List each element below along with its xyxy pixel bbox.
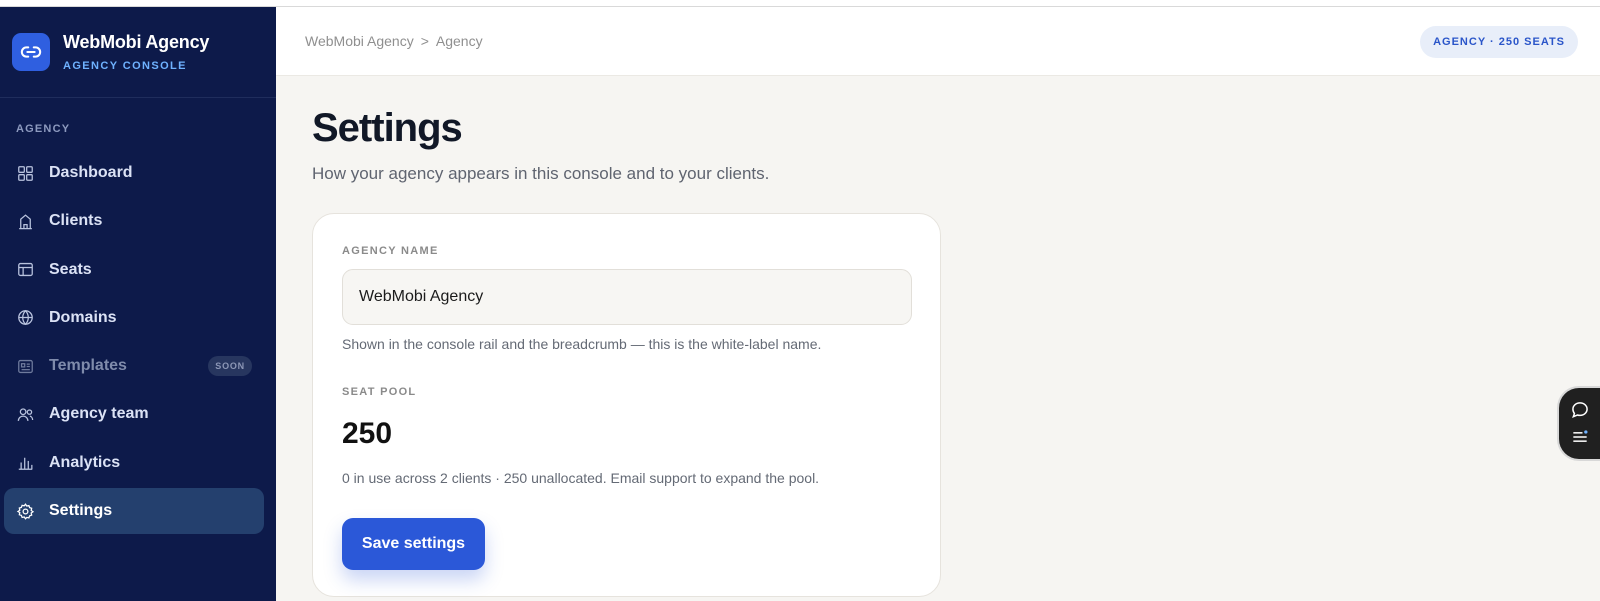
sidebar-item-templates[interactable]: Templates SOON	[4, 343, 264, 389]
sidebar-item-analytics[interactable]: Analytics	[4, 440, 264, 486]
users-icon	[17, 408, 34, 421]
settings-icon	[16, 502, 35, 520]
sidebar-item-agency-team[interactable]: Agency team	[4, 391, 264, 437]
bar-chart-icon	[18, 458, 33, 471]
page-title: Settings	[312, 106, 463, 150]
agency-name-label: AGENCY NAME	[342, 245, 439, 257]
template-icon	[18, 359, 33, 373]
sidebar-item-settings[interactable]: Settings	[4, 488, 264, 535]
page-subtitle: How your agency appears in this console …	[312, 164, 770, 183]
nav-section-label: AGENCY	[16, 123, 71, 135]
agency-name-input[interactable]	[342, 269, 912, 325]
sidebar-item-label: Dashboard	[49, 164, 133, 181]
link-icon	[12, 33, 50, 71]
seat-pool-help: 0 in use across 2 clients · 250 unalloca…	[342, 470, 820, 486]
floating-help-widget[interactable]	[1557, 386, 1600, 461]
settings-card: AGENCY NAME Shown in the console rail an…	[312, 213, 941, 597]
window-top-edge	[0, 0, 1600, 7]
menu-notification-icon[interactable]	[1570, 427, 1590, 447]
breadcrumb: WebMobi Agency > Agency	[305, 33, 483, 49]
sidebar-item-label: Clients	[49, 212, 103, 230]
sidebar-item-label: Domains	[49, 308, 117, 326]
top-header: WebMobi Agency > Agency AGENCY · 250 SEATS	[276, 7, 1600, 76]
brand-subtitle: AGENCY CONSOLE	[63, 60, 187, 72]
sidebar-item-seats[interactable]: Seats	[4, 247, 264, 293]
table-icon	[18, 263, 33, 277]
agency-name-help: Shown in the console rail and the breadc…	[342, 336, 822, 352]
sidebar-item-domains[interactable]: Domains	[4, 295, 264, 341]
chat-icon[interactable]	[1570, 400, 1590, 420]
seat-pool-value: 250	[342, 417, 393, 450]
grid-icon	[18, 165, 33, 181]
building-icon	[19, 214, 32, 230]
sidebar: WebMobi Agency AGENCY CONSOLE AGENCY Das…	[0, 7, 276, 601]
sidebar-item-dashboard[interactable]: Dashboard	[4, 150, 264, 196]
globe-icon	[18, 310, 33, 326]
seats-badge: AGENCY · 250 SEATS	[1420, 26, 1578, 58]
sidebar-item-label: Agency team	[49, 405, 149, 423]
sidebar-item-clients[interactable]: Clients	[4, 198, 264, 244]
breadcrumb-separator: >	[420, 33, 429, 49]
save-settings-button[interactable]: Save settings	[342, 518, 485, 570]
breadcrumb-current: Agency	[435, 33, 483, 49]
brand[interactable]: WebMobi Agency AGENCY CONSOLE	[0, 7, 276, 98]
sidebar-item-label: Analytics	[49, 453, 121, 471]
soon-badge: SOON	[208, 356, 252, 377]
sidebar-nav: Dashboard Clients Seats Domains Template…	[0, 150, 276, 535]
sidebar-item-label: Seats	[49, 260, 92, 278]
breadcrumb-root[interactable]: WebMobi Agency	[305, 33, 414, 49]
seat-pool-label: SEAT POOL	[342, 386, 417, 398]
brand-name: WebMobi Agency	[63, 32, 210, 52]
sidebar-item-label: Settings	[49, 502, 113, 520]
sidebar-item-label: Templates	[49, 357, 127, 375]
